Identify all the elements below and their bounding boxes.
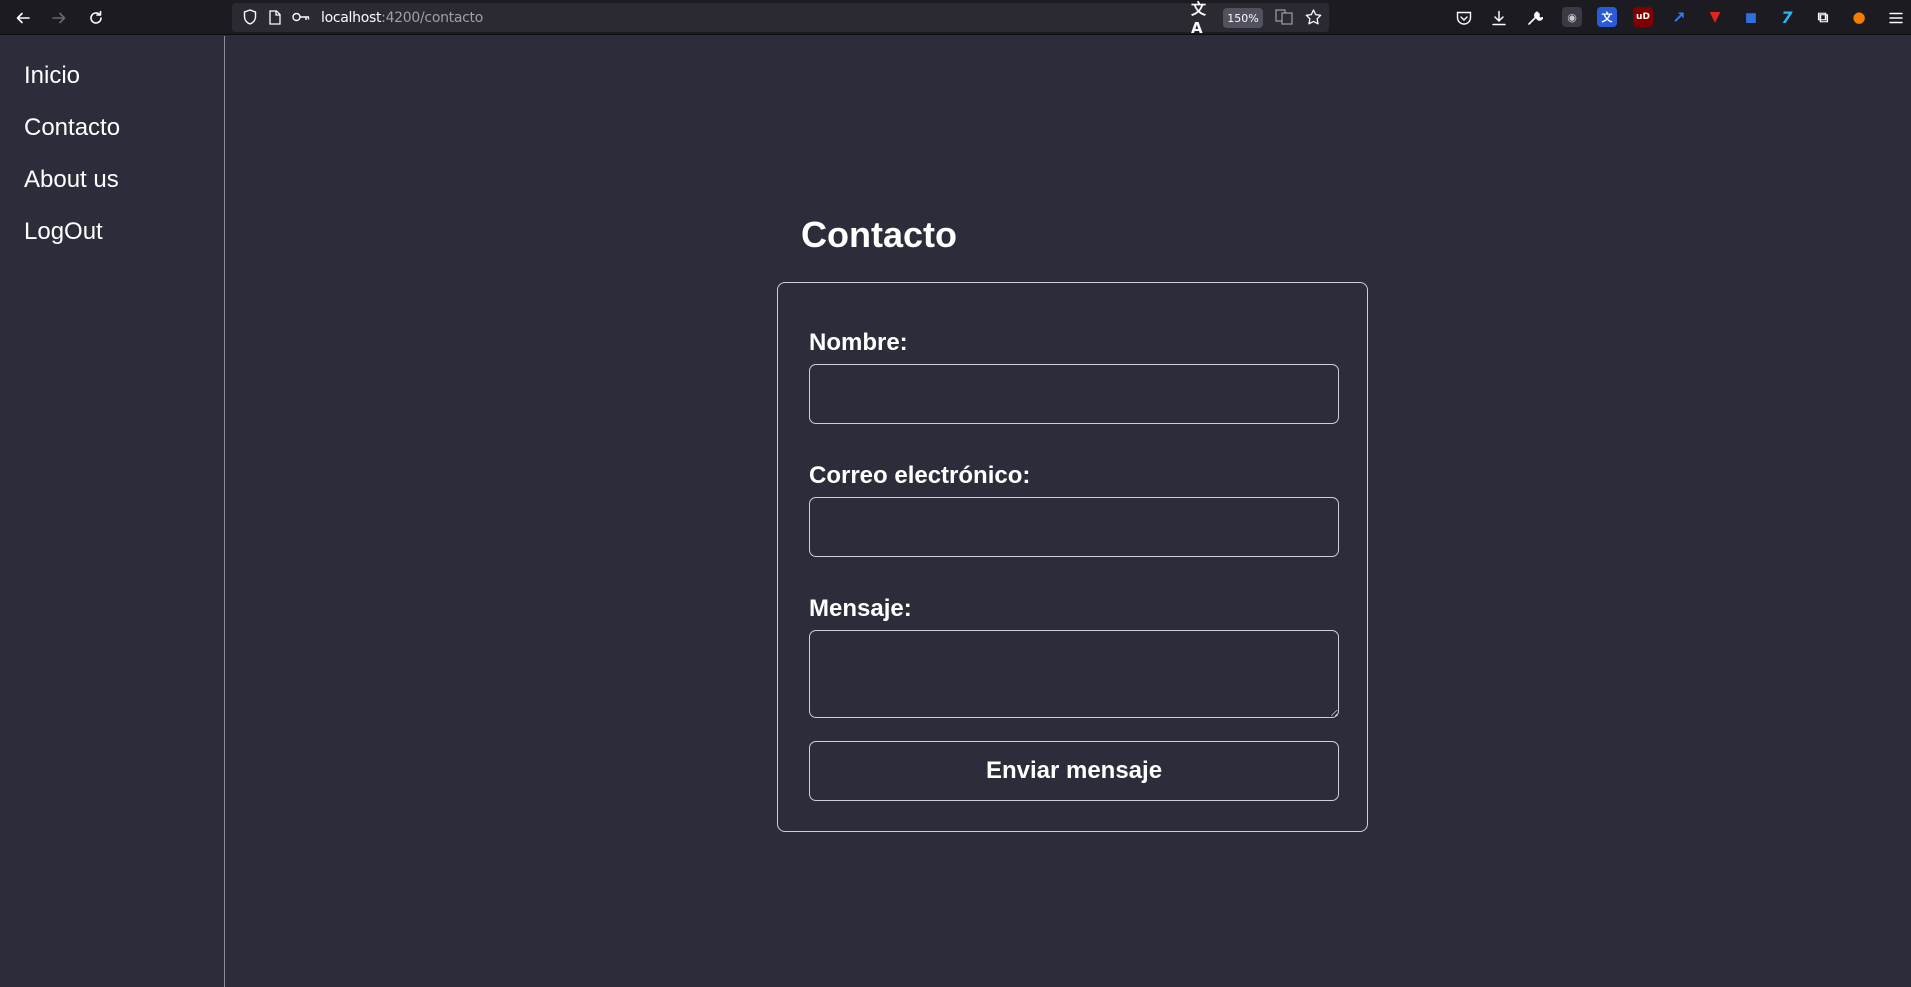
extension-youtube-icon[interactable]: ▼ — [1705, 7, 1725, 27]
url-path: :4200/contacto — [381, 10, 483, 26]
profile-avatar-icon[interactable]: ● — [1849, 7, 1869, 27]
name-label: Nombre: — [809, 329, 908, 356]
reader-view-icon[interactable] — [1272, 5, 1296, 29]
extensions-puzzle-icon[interactable]: ⧉ — [1813, 7, 1833, 27]
message-textarea[interactable] — [809, 630, 1339, 718]
extension-translate-icon[interactable]: 文 — [1597, 7, 1617, 27]
forward-arrow-icon[interactable] — [46, 5, 72, 31]
page-title: Contacto — [801, 214, 957, 255]
downloads-icon[interactable] — [1486, 5, 1512, 31]
tracking-protection-shield-icon[interactable] — [238, 5, 262, 29]
url-host: localhost — [321, 10, 382, 26]
extension-globe-icon[interactable]: ◉ — [1562, 7, 1582, 27]
sidebar: Inicio Contacto About us LogOut — [0, 36, 225, 987]
name-input[interactable] — [809, 364, 1339, 424]
wrench-icon[interactable] — [1522, 5, 1548, 31]
contact-form: Nombre: Correo electrónico: Mensaje: Env… — [777, 282, 1368, 832]
key-icon[interactable] — [289, 5, 313, 29]
sidebar-item-logout[interactable]: LogOut — [24, 218, 103, 246]
url-bar[interactable]: localhost:4200/contacto 文A 150% — [232, 0, 1329, 37]
hamburger-menu-icon[interactable] — [1883, 5, 1909, 31]
email-label: Correo electrónico: — [809, 462, 1031, 489]
back-arrow-icon[interactable] — [10, 5, 36, 31]
page-info-icon[interactable] — [263, 5, 287, 29]
send-message-button[interactable]: Enviar mensaje — [809, 741, 1339, 801]
extension-ublock-icon[interactable]: uD — [1633, 7, 1653, 27]
sidebar-item-about-us[interactable]: About us — [24, 166, 119, 194]
extension-7tv-icon[interactable]: 7 — [1777, 7, 1797, 27]
reload-icon[interactable] — [83, 5, 109, 31]
pocket-icon[interactable] — [1451, 5, 1477, 31]
sidebar-item-contacto[interactable]: Contacto — [24, 114, 120, 142]
message-label: Mensaje: — [809, 595, 912, 622]
translate-icon[interactable]: 文A — [1191, 0, 1215, 37]
email-input[interactable] — [809, 497, 1339, 557]
zoom-level-badge[interactable]: 150% — [1223, 8, 1263, 28]
extension-shield-icon[interactable]: ◼ — [1741, 7, 1761, 27]
url-text[interactable]: localhost:4200/contacto — [321, 10, 483, 26]
browser-toolbar: localhost:4200/contacto 文A 150% ◉ 文 uD ↗… — [0, 0, 1911, 37]
extension-arrow-icon[interactable]: ↗ — [1669, 7, 1689, 27]
bookmark-star-icon[interactable] — [1301, 5, 1325, 29]
sidebar-item-inicio[interactable]: Inicio — [24, 62, 80, 90]
